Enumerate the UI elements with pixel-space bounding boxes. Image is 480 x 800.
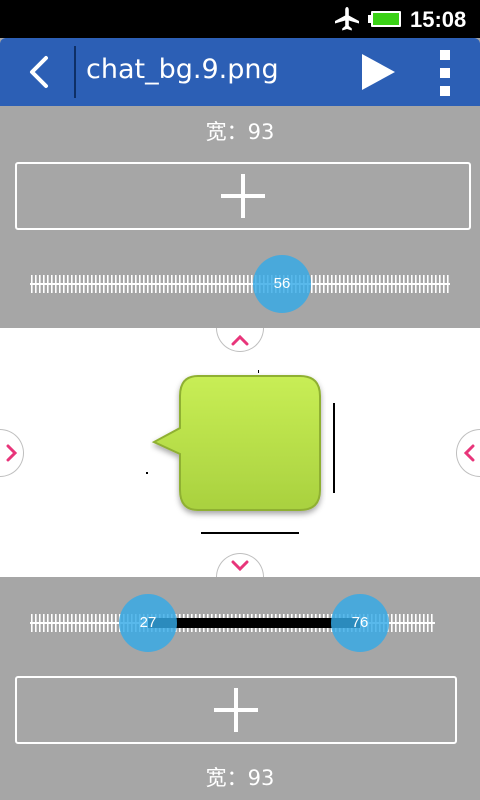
move-up-button[interactable] — [216, 328, 264, 352]
arrow-up-icon — [231, 334, 249, 345]
content-padding-marker-right — [333, 403, 335, 493]
status-bar: 15:08 — [0, 0, 480, 38]
top-slider-value: 56 — [273, 275, 291, 292]
top-slider-thumb[interactable]: 56 — [253, 255, 311, 313]
app-bar: chat_bg.9.png — [0, 38, 480, 106]
stretch-marker-left — [146, 472, 148, 474]
battery-icon — [368, 11, 401, 27]
move-down-button[interactable] — [216, 553, 264, 577]
top-add-button[interactable] — [15, 162, 471, 230]
range-low-thumb[interactable]: 27 — [119, 594, 177, 652]
range-low-value: 27 — [139, 614, 157, 631]
move-right-button-left-edge[interactable] — [0, 429, 24, 477]
chat-bubble-image — [151, 375, 321, 511]
play-icon[interactable] — [358, 52, 398, 92]
top-slider-track[interactable] — [30, 273, 450, 295]
plus-icon — [221, 174, 265, 218]
preview-area — [0, 328, 480, 577]
overflow-menu-icon[interactable] — [438, 50, 452, 96]
app-bar-divider — [74, 46, 76, 98]
plus-icon — [214, 688, 258, 732]
bottom-width-label: 宽：93 — [205, 766, 275, 790]
file-title: chat_bg.9.png — [86, 54, 279, 85]
top-width-label: 宽：93 — [205, 120, 275, 144]
bottom-add-button[interactable] — [15, 676, 457, 744]
range-selected-segment — [148, 618, 360, 628]
move-left-button-right-edge[interactable] — [456, 429, 480, 477]
arrow-right-icon — [6, 444, 17, 462]
airplane-mode-icon — [335, 7, 359, 31]
content-padding-marker-bottom — [201, 532, 299, 534]
range-high-value: 76 — [351, 614, 369, 631]
arrow-down-icon — [231, 560, 249, 571]
range-high-thumb[interactable]: 76 — [331, 594, 389, 652]
back-icon[interactable] — [22, 54, 56, 90]
arrow-left-icon — [463, 444, 474, 462]
clock-time: 15:08 — [410, 7, 467, 32]
